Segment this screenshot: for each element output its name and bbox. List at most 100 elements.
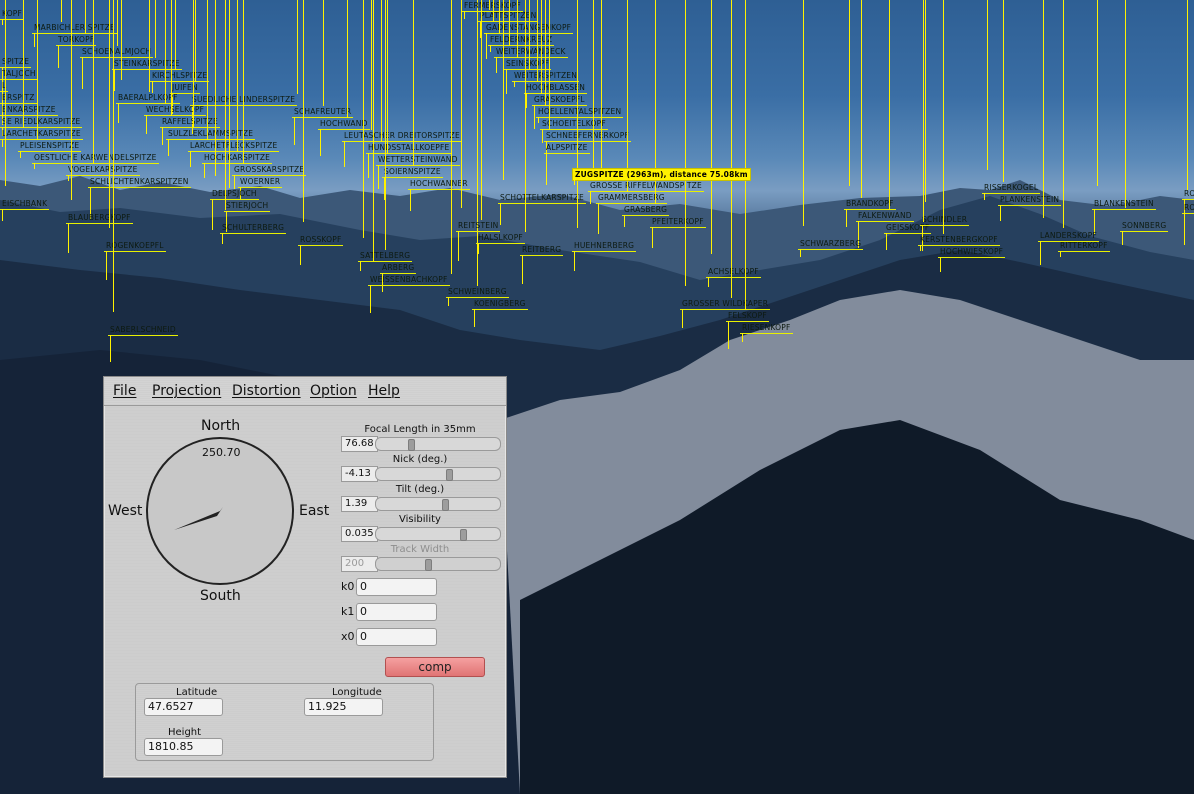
label-leader-line <box>526 93 527 108</box>
comp-button[interactable]: comp <box>385 657 485 677</box>
label-leader-line <box>204 163 205 178</box>
label-leader-line <box>2 19 3 25</box>
label-leader-line <box>363 0 364 238</box>
peak-label: SCHNEEFERNERKOPF <box>544 131 631 142</box>
peak-label: SONNBERG <box>1120 221 1169 232</box>
k1-field[interactable]: 0 <box>356 603 437 621</box>
label-leader-line <box>711 0 712 254</box>
label-leader-line <box>195 0 196 82</box>
peak-label: REITSTEIN <box>456 221 501 232</box>
label-leader-line <box>800 249 801 257</box>
peak-label: WETTERSTEINWAND <box>376 155 460 166</box>
label-leader-line <box>222 233 223 244</box>
peak-label: RIESENKOPF <box>740 323 793 334</box>
longitude-field[interactable]: 11.925 <box>304 698 383 716</box>
peak-label: WOERNER <box>238 177 283 188</box>
k0-label: k0 <box>341 580 355 593</box>
height-field[interactable]: 1810.85 <box>144 738 223 756</box>
label-leader-line <box>940 257 941 272</box>
visibility-slider[interactable] <box>375 527 501 541</box>
peak-label: BLAUBERGKOPF <box>66 213 133 224</box>
peak-label: HUNDSSTALLKOEPFE <box>366 143 452 154</box>
k0-field[interactable]: 0 <box>356 578 437 596</box>
label-leader-line <box>448 297 449 306</box>
label-leader-line <box>577 0 578 156</box>
peak-label: ACHSELKOPF <box>706 267 761 278</box>
label-leader-line <box>61 0 62 22</box>
menu-projection[interactable]: Projection <box>152 383 221 399</box>
label-leader-line <box>23 0 24 128</box>
menu-option[interactable]: Option <box>310 383 357 399</box>
label-leader-line <box>514 81 515 87</box>
label-leader-line <box>207 0 208 140</box>
compass-needle-icon <box>174 507 223 530</box>
peak-label: ROSSKOPF <box>298 235 344 246</box>
label-leader-line <box>294 117 295 145</box>
label-leader-line <box>300 245 301 265</box>
label-leader-line <box>846 209 847 227</box>
slider-knob[interactable] <box>408 439 415 451</box>
label-leader-line <box>493 0 494 22</box>
app-window: File Projection Distortion Option Help N… <box>103 376 507 778</box>
label-leader-line <box>229 0 230 188</box>
label-leader-line <box>2 209 3 221</box>
tilt-value[interactable]: 1.39 <box>341 496 378 512</box>
label-leader-line <box>464 11 465 19</box>
slider-knob[interactable] <box>446 469 453 481</box>
latitude-field[interactable]: 47.6527 <box>144 698 223 716</box>
label-leader-line <box>1184 213 1185 245</box>
label-leader-line <box>37 0 38 140</box>
label-leader-line <box>925 0 926 202</box>
label-leader-line <box>886 233 887 250</box>
menu-help[interactable]: Help <box>368 383 400 399</box>
label-leader-line <box>347 0 348 118</box>
label-leader-line <box>627 0 628 192</box>
peak-label: KOPF <box>0 9 25 20</box>
focal-length-slider[interactable] <box>375 437 501 451</box>
slider-knob[interactable] <box>460 529 467 541</box>
label-leader-line <box>499 0 500 34</box>
label-leader-line <box>503 0 504 180</box>
peak-label: RITTERKOPF <box>1058 241 1110 252</box>
label-leader-line <box>146 115 147 134</box>
label-leader-line <box>368 153 369 178</box>
peak-label: FALKENWAND <box>856 211 914 222</box>
visibility-value[interactable]: 0.035 <box>341 526 378 542</box>
menu-bar: File Projection Distortion Option Help <box>104 377 506 406</box>
label-leader-line <box>1122 231 1123 245</box>
label-leader-line <box>889 0 890 210</box>
label-leader-line <box>1097 0 1098 186</box>
label-leader-line <box>590 191 591 204</box>
focal-length-value[interactable]: 76.68 <box>341 436 378 452</box>
label-leader-line <box>489 0 490 10</box>
peak-label: SCHWEINBERG <box>446 287 509 298</box>
peak-label: GROSSER WILDKAPER <box>680 299 771 310</box>
label-leader-line <box>149 0 150 92</box>
nick-slider[interactable] <box>375 467 501 481</box>
label-leader-line <box>861 0 862 198</box>
peak-label: KERSTENBERGKOPF <box>918 235 1000 246</box>
peak-label: SCHWARZBERG <box>798 239 864 250</box>
nick-value[interactable]: -4.13 <box>341 466 378 482</box>
peak-label: DELPSJOCH <box>210 189 259 200</box>
peak-label: PFEITERKOPF <box>650 217 706 228</box>
label-leader-line <box>538 117 539 123</box>
label-leader-line <box>297 0 298 94</box>
label-leader-line <box>541 0 542 94</box>
label-leader-line <box>1003 0 1004 182</box>
peak-label: WECHSELKOPF <box>144 105 207 116</box>
position-panel: Latitude 47.6527 Longitude 11.925 Height… <box>135 683 434 761</box>
label-leader-line <box>849 0 850 186</box>
tilt-slider[interactable] <box>375 497 501 511</box>
label-leader-line <box>529 0 530 70</box>
label-leader-line <box>171 0 172 116</box>
label-leader-line <box>546 153 547 185</box>
compass-dial[interactable] <box>146 437 294 585</box>
label-leader-line <box>509 0 510 46</box>
menu-distortion[interactable]: Distortion <box>232 383 301 399</box>
label-leader-line <box>370 285 371 313</box>
slider-knob[interactable] <box>442 499 449 511</box>
menu-file[interactable]: File <box>113 383 136 399</box>
x0-field[interactable]: 0 <box>356 628 437 646</box>
label-leader-line <box>410 189 411 211</box>
